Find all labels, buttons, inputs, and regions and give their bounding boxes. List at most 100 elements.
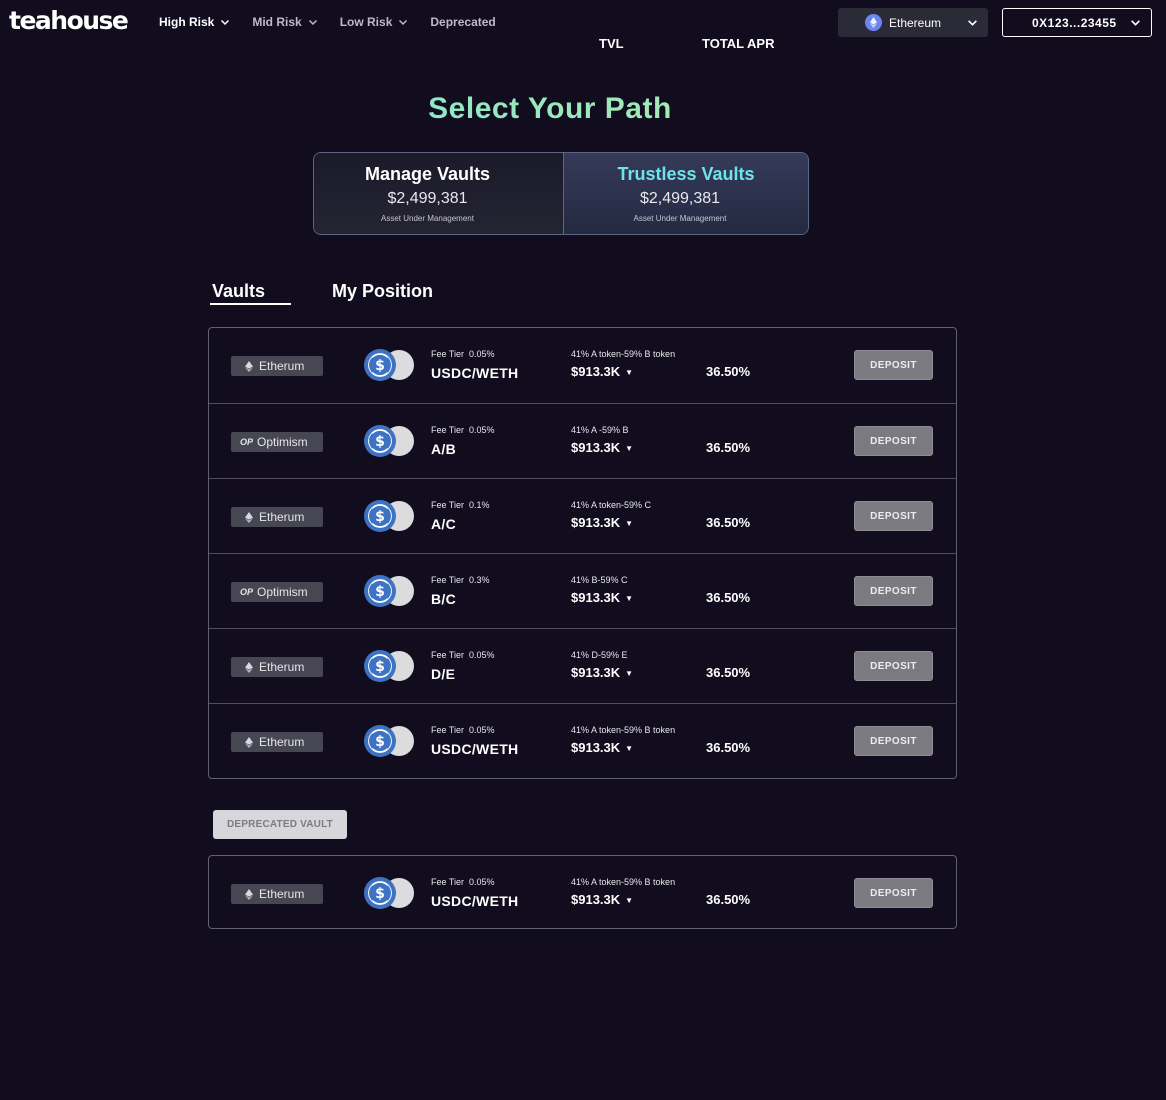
- chain-badge: Etherum: [231, 356, 323, 376]
- chain-badge: OP Optimism: [231, 582, 323, 602]
- wallet-button[interactable]: 0X123...23455: [1002, 8, 1152, 37]
- caret-down-icon[interactable]: ▼: [625, 896, 633, 905]
- ethereum-icon: [245, 661, 253, 673]
- caret-down-icon[interactable]: ▼: [625, 669, 633, 678]
- token-pair-icons: $: [364, 877, 416, 909]
- top-header: teahouse High Risk Mid Risk Low Risk Dep…: [0, 0, 1166, 48]
- chain-badge: Etherum: [231, 657, 323, 677]
- vault-row: Etherum $ Fee Tier 0.05% USDC/WETH 41% A …: [209, 856, 956, 928]
- caret-down-icon[interactable]: ▼: [625, 594, 633, 603]
- tvl-amount: $913.3K: [571, 665, 621, 680]
- chain-label: Optimism: [257, 585, 308, 599]
- tab-vaults[interactable]: Vaults: [212, 281, 265, 302]
- trustless-vaults-title: Trustless Vaults: [617, 164, 755, 184]
- svg-text:$: $: [375, 734, 385, 750]
- chain-label: Etherum: [259, 660, 305, 674]
- tab-my-position[interactable]: My Position: [332, 281, 433, 302]
- fee-tier: Fee Tier 0.05%: [431, 725, 495, 735]
- nav-mid-risk[interactable]: Mid Risk: [252, 14, 317, 30]
- ethereum-icon: [245, 888, 253, 900]
- deposit-button[interactable]: DEPOSIT: [854, 426, 933, 456]
- tvl-amount: $913.3K: [571, 892, 621, 907]
- vault-pair: USDC/WETH: [431, 893, 519, 909]
- vault-pair: D/E: [431, 666, 456, 682]
- chevron-down-icon: [399, 19, 408, 26]
- chain-badge: Etherum: [231, 507, 323, 527]
- manage-vaults-card[interactable]: Manage Vaults $2,499,381 Asset Under Man…: [314, 153, 563, 234]
- trustless-vaults-card[interactable]: Trustless Vaults $2,499,381 Asset Under …: [562, 153, 808, 234]
- usdc-icon: $: [364, 650, 396, 682]
- fee-tier-label: Fee Tier: [431, 349, 465, 359]
- caret-down-icon[interactable]: ▼: [625, 744, 633, 753]
- svg-text:$: $: [375, 584, 385, 600]
- ethereum-icon: [865, 14, 882, 31]
- chevron-down-icon: [968, 20, 977, 26]
- tvl-value[interactable]: $913.3K ▼: [571, 740, 633, 755]
- wallet-address: 0X123...23455: [1032, 16, 1117, 30]
- fee-tier: Fee Tier 0.05%: [431, 650, 495, 660]
- svg-text:$: $: [375, 886, 385, 902]
- token-pair-icons: $: [364, 650, 416, 682]
- caret-down-icon[interactable]: ▼: [625, 368, 633, 377]
- fee-tier: Fee Tier 0.3%: [431, 575, 490, 585]
- tvl-value[interactable]: $913.3K ▼: [571, 665, 633, 680]
- fee-tier: Fee Tier 0.05%: [431, 425, 495, 435]
- deposit-button[interactable]: DEPOSIT: [854, 350, 933, 380]
- fee-tier-label: Fee Tier: [431, 725, 465, 735]
- token-ratio: 41% A -59% B: [571, 425, 629, 435]
- network-select[interactable]: Ethereum: [838, 8, 988, 37]
- vault-pair: A/B: [431, 441, 457, 457]
- ethereum-icon: [245, 360, 253, 372]
- chain-label: Etherum: [259, 510, 305, 524]
- deposit-button[interactable]: DEPOSIT: [854, 576, 933, 606]
- vault-row: Etherum $ Fee Tier 0.05% USDC/WETH 41% A …: [209, 328, 956, 403]
- fee-tier-value: 0.1%: [469, 500, 490, 510]
- svg-text:$: $: [375, 659, 385, 675]
- nav-mid-risk-label: Mid Risk: [252, 15, 302, 29]
- nav-high-risk[interactable]: High Risk: [159, 14, 230, 30]
- nav-deprecated[interactable]: Deprecated: [430, 14, 495, 30]
- trustless-vaults-subtitle: Asset Under Management: [633, 214, 727, 223]
- caret-down-icon[interactable]: ▼: [625, 444, 633, 453]
- path-selector: Manage Vaults $2,499,381 Asset Under Man…: [313, 152, 809, 235]
- usdc-icon: $: [364, 725, 396, 757]
- ethereum-icon: [245, 736, 253, 748]
- fee-tier-value: 0.05%: [469, 425, 495, 435]
- deposit-button[interactable]: DEPOSIT: [854, 878, 933, 908]
- manage-vaults-subtitle: Asset Under Management: [381, 214, 474, 223]
- deprecated-vault-button[interactable]: DEPRECATED VAULT: [213, 810, 347, 839]
- chain-label: Etherum: [259, 359, 305, 373]
- deposit-button[interactable]: DEPOSIT: [854, 726, 933, 756]
- vault-row: Etherum $ Fee Tier 0.05% USDC/WETH 41% A …: [209, 703, 956, 778]
- fee-tier: Fee Tier 0.05%: [431, 877, 495, 887]
- tvl-value[interactable]: $913.3K ▼: [571, 440, 633, 455]
- total-apr: 36.50%: [706, 665, 751, 680]
- deprecated-vault-table: Etherum $ Fee Tier 0.05% USDC/WETH 41% A …: [208, 855, 957, 929]
- tvl-value[interactable]: $913.3K ▼: [571, 590, 633, 605]
- ethereum-icon: [245, 511, 253, 523]
- vault-row: Etherum $ Fee Tier 0.1% A/C 41% A token-5…: [209, 478, 956, 553]
- deposit-button[interactable]: DEPOSIT: [854, 651, 933, 681]
- tvl-value[interactable]: $913.3K ▼: [571, 364, 633, 379]
- chevron-down-icon: [308, 19, 317, 26]
- fee-tier-value: 0.05%: [469, 877, 495, 887]
- tvl-amount: $913.3K: [571, 590, 621, 605]
- deposit-button[interactable]: DEPOSIT: [854, 501, 933, 531]
- token-pair-icons: $: [364, 349, 416, 381]
- page-title: Select Your Path: [0, 92, 1100, 126]
- tvl-value[interactable]: $913.3K ▼: [571, 892, 633, 907]
- optimism-icon: OP: [240, 587, 254, 597]
- manage-vaults-title: Manage Vaults: [364, 164, 491, 184]
- token-pair-icons: $: [364, 500, 416, 532]
- token-ratio: 41% A token-59% C: [571, 500, 652, 510]
- fee-tier-value: 0.05%: [469, 650, 495, 660]
- caret-down-icon[interactable]: ▼: [625, 519, 633, 528]
- optimism-icon: OP: [240, 437, 254, 447]
- token-ratio: 41% A token-59% B token: [571, 725, 676, 735]
- tvl-amount: $913.3K: [571, 515, 621, 530]
- fee-tier-label: Fee Tier: [431, 500, 465, 510]
- nav-high-risk-label: High Risk: [159, 15, 215, 29]
- teahouse-logo[interactable]: teahouse: [9, 6, 129, 35]
- nav-low-risk[interactable]: Low Risk: [340, 14, 409, 30]
- tvl-value[interactable]: $913.3K ▼: [571, 515, 633, 530]
